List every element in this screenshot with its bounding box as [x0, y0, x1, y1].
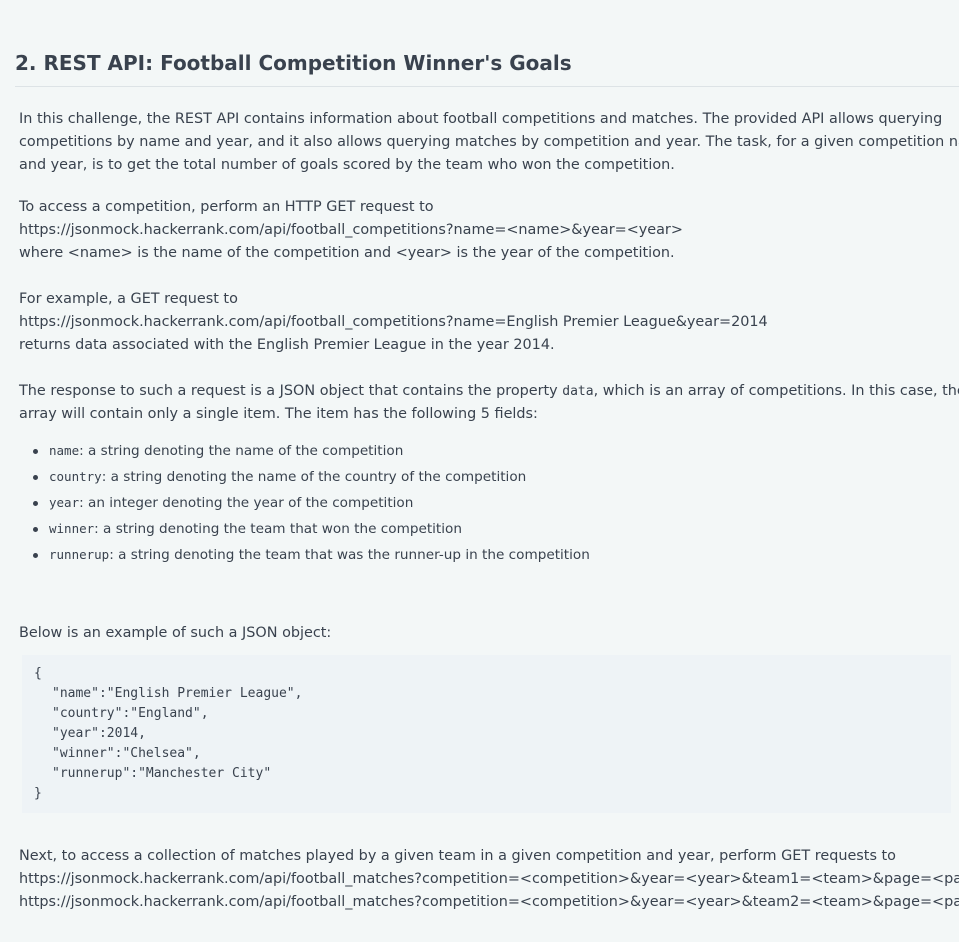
list-item: winner: a string denoting the team that …: [33, 516, 590, 542]
response-text-after: , which is an array of competitions. In …: [593, 383, 959, 399]
list-item: name: a string denoting the name of the …: [33, 438, 590, 464]
field-description: : a string denoting the name of the comp…: [79, 443, 404, 459]
json-example-intro: Below is an example of such a JSON objec…: [19, 625, 332, 641]
field-description: : a string denoting the name of the coun…: [101, 469, 527, 485]
intro-line: competitions by name and year, and it al…: [19, 134, 959, 150]
code-line: "name":"English Premier League",: [52, 686, 303, 701]
access-line: where <name> is the name of the competit…: [19, 245, 675, 261]
example-line: For example, a GET request to: [19, 291, 238, 307]
code-line: {: [34, 666, 42, 681]
response-text-before: The response to such a request is a JSON…: [19, 383, 563, 399]
access-line: To access a competition, perform an HTTP…: [19, 199, 434, 215]
matches-url-team2: https://jsonmock.hackerrank.com/api/foot…: [19, 894, 959, 910]
code-line: "year":2014,: [52, 726, 146, 741]
title-divider: [15, 86, 959, 87]
response-paragraph: The response to such a request is a JSON…: [19, 380, 959, 426]
intro-line: and year, is to get the total number of …: [19, 157, 675, 173]
matches-line: Next, to access a collection of matches …: [19, 848, 896, 864]
code-line: "country":"England",: [52, 706, 209, 721]
list-item: year: an integer denoting the year of th…: [33, 490, 590, 516]
page-title: 2. REST API: Football Competition Winner…: [15, 51, 572, 75]
matches-url-team1: https://jsonmock.hackerrank.com/api/foot…: [19, 871, 959, 887]
access-paragraph: To access a competition, perform an HTTP…: [19, 196, 951, 265]
matches-paragraph: Next, to access a collection of matches …: [19, 845, 959, 914]
list-item: country: a string denoting the name of t…: [33, 464, 590, 490]
code-line: "winner":"Chelsea",: [52, 746, 201, 761]
example-paragraph: For example, a GET request to https://js…: [19, 288, 951, 357]
example-line: returns data associated with the English…: [19, 337, 555, 353]
response-line: array will contain only a single item. T…: [19, 406, 538, 422]
data-property-code: data: [562, 384, 594, 399]
code-line: "runnerup":"Manchester City": [52, 766, 272, 781]
field-description: : a string denoting the team that won th…: [94, 521, 462, 537]
field-description: : a string denoting the team that was th…: [109, 547, 590, 563]
intro-paragraph: In this challenge, the REST API contains…: [19, 108, 959, 177]
json-code-block: { "name":"English Premier League", "coun…: [22, 655, 951, 813]
field-list: name: a string denoting the name of the …: [19, 438, 590, 568]
list-item: runnerup: a string denoting the team tha…: [33, 542, 590, 568]
problem-statement-page: 2. REST API: Football Competition Winner…: [0, 0, 959, 942]
field-name: name: [49, 443, 80, 458]
field-description: : an integer denoting the year of the co…: [79, 495, 414, 511]
code-line: }: [34, 786, 42, 801]
field-name: winner: [49, 521, 95, 536]
field-name: runnerup: [49, 547, 110, 562]
response-line: The response to such a request is a JSON…: [19, 380, 959, 403]
field-name: year: [49, 495, 80, 510]
access-url: https://jsonmock.hackerrank.com/api/foot…: [19, 222, 683, 238]
example-url: https://jsonmock.hackerrank.com/api/foot…: [19, 314, 768, 330]
field-name: country: [49, 469, 102, 484]
intro-line: In this challenge, the REST API contains…: [19, 111, 943, 127]
